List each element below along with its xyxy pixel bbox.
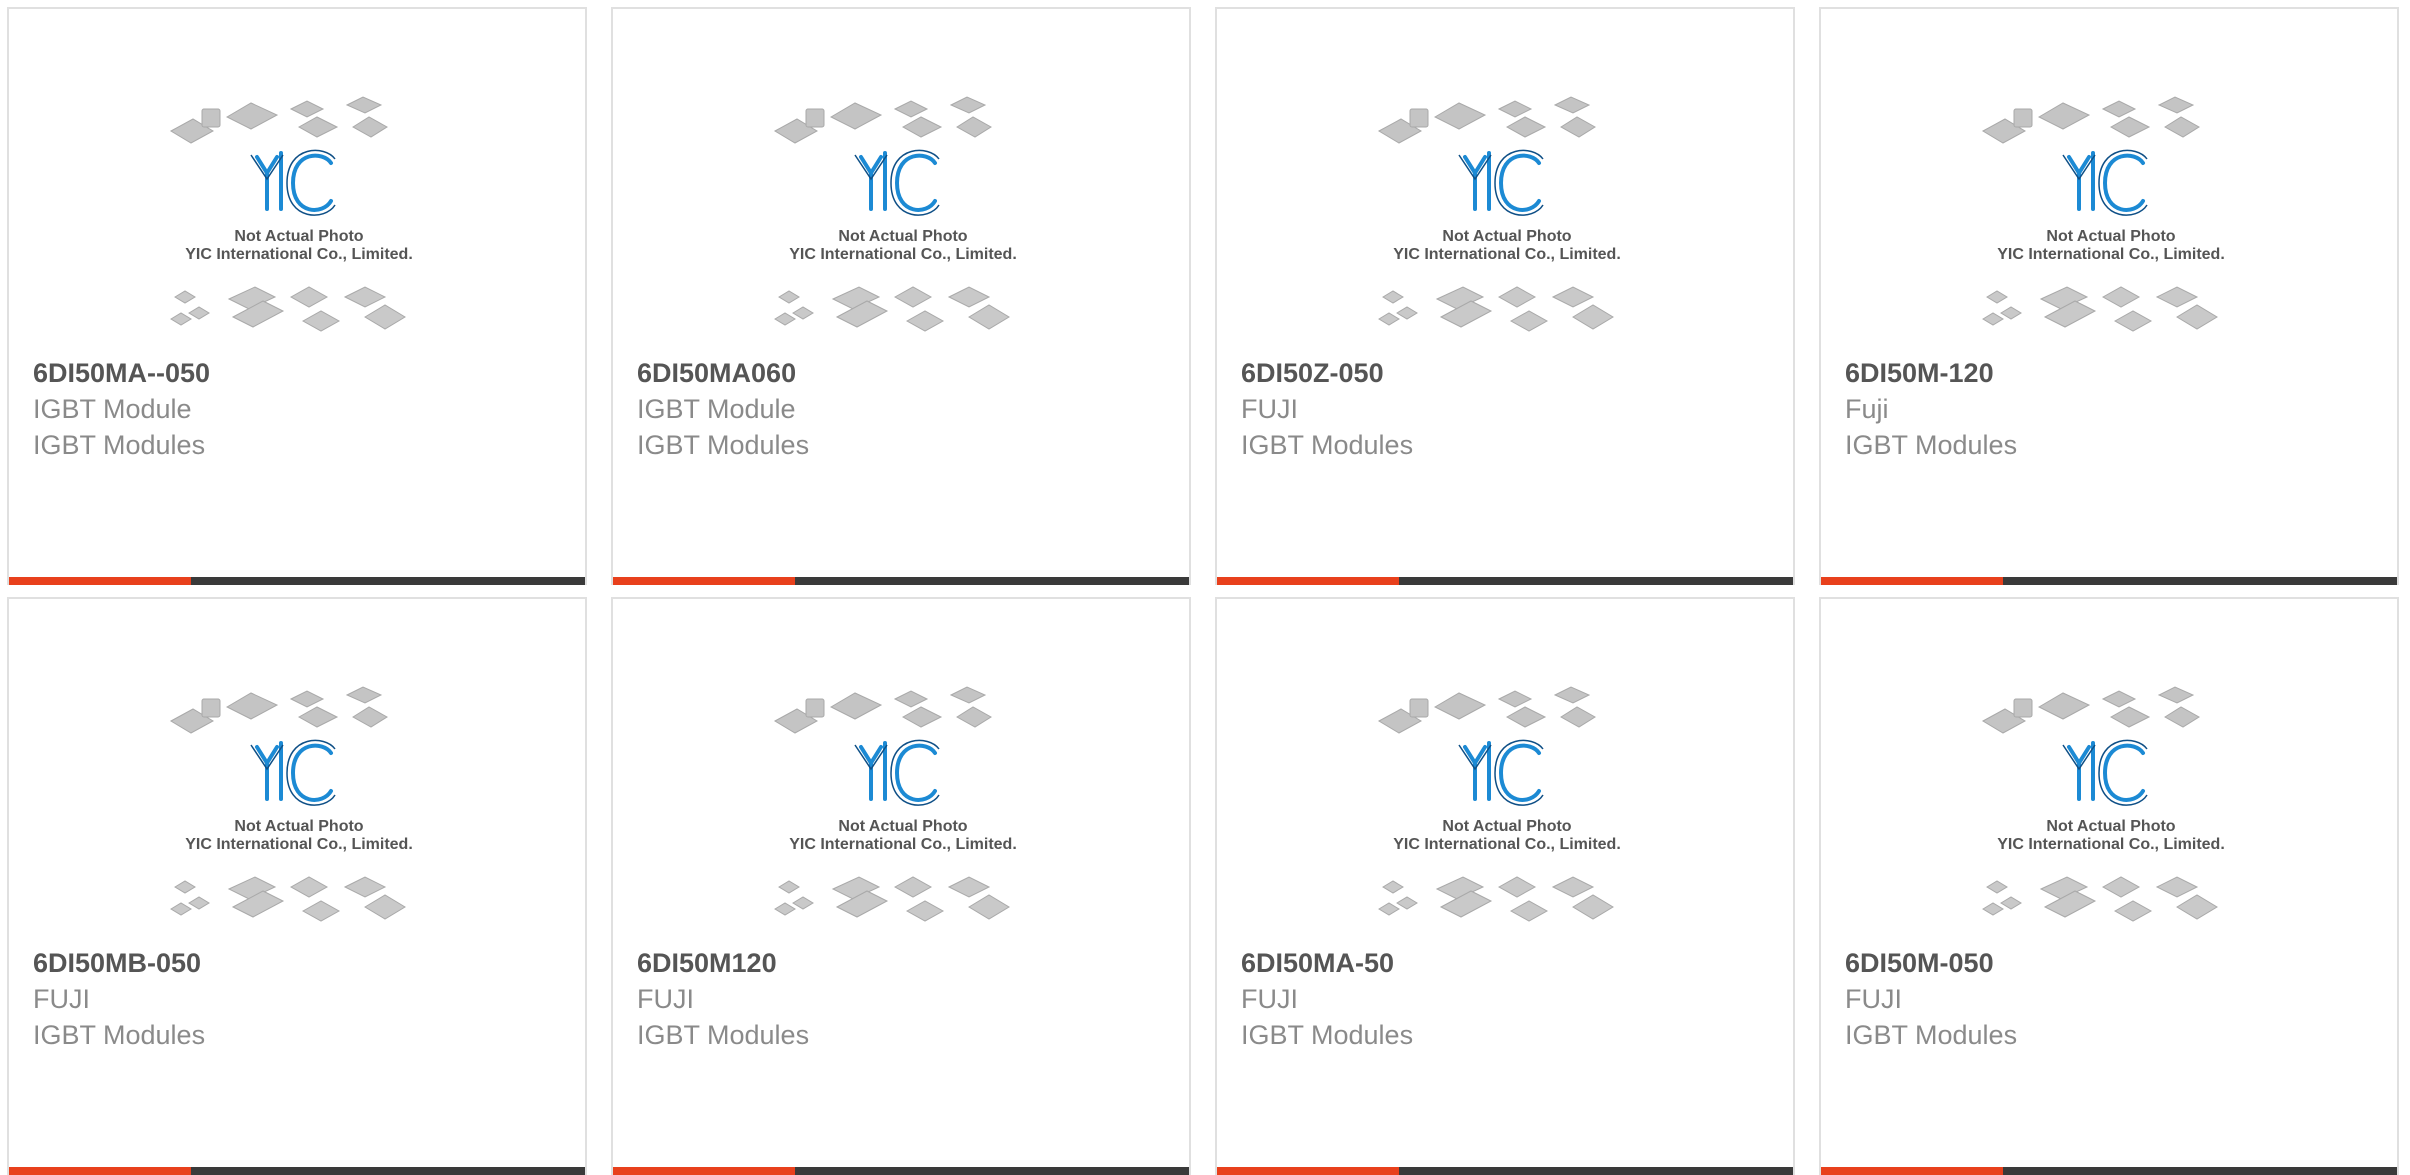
product-grid: Not Actual Photo YIC International Co., … <box>7 7 2399 1175</box>
product-card[interactable]: Not Actual Photo YIC International Co., … <box>1819 7 2399 585</box>
product-photo: Not Actual Photo YIC International Co., … <box>1971 91 2251 353</box>
part-number[interactable]: 6DI50MA--050 <box>33 355 565 391</box>
product-info: 6DI50M-050 FUJI IGBT Modules <box>1845 945 2377 1053</box>
placeholder-line1: Not Actual Photo <box>2046 818 2175 835</box>
category-label: IGBT Modules <box>1241 430 1414 460</box>
product-info: 6DI50M120 FUJI IGBT Modules <box>637 945 1169 1053</box>
card-accent-bar <box>9 1167 191 1175</box>
card-accent-bar <box>1217 577 1399 585</box>
product-photo: Not Actual Photo YIC International Co., … <box>1971 681 2251 943</box>
product-card[interactable]: Not Actual Photo YIC International Co., … <box>7 597 587 1175</box>
category-label: IGBT Modules <box>33 430 206 460</box>
product-info: 6DI50MA060 IGBT Module IGBT Modules <box>637 355 1169 463</box>
product-photo: Not Actual Photo YIC International Co., … <box>159 91 439 353</box>
card-accent-bar <box>1821 1167 2003 1175</box>
category-label: IGBT Modules <box>637 1020 810 1050</box>
card-accent-bar <box>9 577 191 585</box>
category-label: IGBT Modules <box>1845 430 2018 460</box>
placeholder-line1: Not Actual Photo <box>1442 818 1571 835</box>
product-card[interactable]: Not Actual Photo YIC International Co., … <box>1215 597 1795 1175</box>
card-accent-bar <box>1217 1167 1399 1175</box>
category-label: IGBT Modules <box>33 1020 206 1050</box>
product-card[interactable]: Not Actual Photo YIC International Co., … <box>611 7 1191 585</box>
manufacturer-label: FUJI <box>1241 394 1298 424</box>
placeholder-line1: Not Actual Photo <box>838 228 967 245</box>
product-card[interactable]: Not Actual Photo YIC International Co., … <box>7 7 587 585</box>
placeholder-line2: YIC International Co., Limited. <box>1997 836 2225 853</box>
placeholder-line2: YIC International Co., Limited. <box>1393 836 1621 853</box>
product-info: 6DI50MA-50 FUJI IGBT Modules <box>1241 945 1773 1053</box>
card-footer-bar <box>9 1167 585 1175</box>
placeholder-line1: Not Actual Photo <box>234 228 363 245</box>
product-card[interactable]: Not Actual Photo YIC International Co., … <box>1215 7 1795 585</box>
card-accent-bar <box>613 577 795 585</box>
card-footer-bar <box>1217 577 1793 585</box>
product-photo: Not Actual Photo YIC International Co., … <box>1367 681 1647 943</box>
card-accent-bar <box>613 1167 795 1175</box>
product-photo: Not Actual Photo YIC International Co., … <box>1367 91 1647 353</box>
product-card[interactable]: Not Actual Photo YIC International Co., … <box>1819 597 2399 1175</box>
part-number[interactable]: 6DI50MA-50 <box>1241 945 1773 981</box>
card-footer-bar <box>1217 1167 1793 1175</box>
manufacturer-label: Fuji <box>1845 394 1889 424</box>
placeholder-line2: YIC International Co., Limited. <box>185 836 413 853</box>
card-footer-bar <box>1821 577 2397 585</box>
part-number[interactable]: 6DI50MA060 <box>637 355 1169 391</box>
card-footer-bar <box>1821 1167 2397 1175</box>
placeholder-line2: YIC International Co., Limited. <box>185 246 413 263</box>
placeholder-line1: Not Actual Photo <box>234 818 363 835</box>
product-card[interactable]: Not Actual Photo YIC International Co., … <box>611 597 1191 1175</box>
card-footer-bar <box>9 577 585 585</box>
placeholder-line2: YIC International Co., Limited. <box>1997 246 2225 263</box>
manufacturer-label: FUJI <box>637 984 694 1014</box>
placeholder-line2: YIC International Co., Limited. <box>1393 246 1621 263</box>
product-info: 6DI50MB-050 FUJI IGBT Modules <box>33 945 565 1053</box>
category-label: IGBT Modules <box>637 430 810 460</box>
card-footer-bar <box>613 577 1189 585</box>
placeholder-line1: Not Actual Photo <box>1442 228 1571 245</box>
card-footer-bar <box>613 1167 1189 1175</box>
product-photo: Not Actual Photo YIC International Co., … <box>763 681 1043 943</box>
part-number[interactable]: 6DI50Z-050 <box>1241 355 1773 391</box>
part-number[interactable]: 6DI50M-120 <box>1845 355 2377 391</box>
product-photo: Not Actual Photo YIC International Co., … <box>159 681 439 943</box>
product-info: 6DI50Z-050 FUJI IGBT Modules <box>1241 355 1773 463</box>
manufacturer-label: IGBT Module <box>33 394 192 424</box>
category-label: IGBT Modules <box>1845 1020 2018 1050</box>
category-label: IGBT Modules <box>1241 1020 1414 1050</box>
manufacturer-label: IGBT Module <box>637 394 796 424</box>
product-photo: Not Actual Photo YIC International Co., … <box>763 91 1043 353</box>
placeholder-line1: Not Actual Photo <box>838 818 967 835</box>
card-accent-bar <box>1821 577 2003 585</box>
part-number[interactable]: 6DI50M120 <box>637 945 1169 981</box>
manufacturer-label: FUJI <box>1241 984 1298 1014</box>
product-info: 6DI50MA--050 IGBT Module IGBT Modules <box>33 355 565 463</box>
part-number[interactable]: 6DI50MB-050 <box>33 945 565 981</box>
placeholder-line1: Not Actual Photo <box>2046 228 2175 245</box>
part-number[interactable]: 6DI50M-050 <box>1845 945 2377 981</box>
placeholder-line2: YIC International Co., Limited. <box>789 246 1017 263</box>
product-info: 6DI50M-120 Fuji IGBT Modules <box>1845 355 2377 463</box>
manufacturer-label: FUJI <box>33 984 90 1014</box>
placeholder-line2: YIC International Co., Limited. <box>789 836 1017 853</box>
manufacturer-label: FUJI <box>1845 984 1902 1014</box>
